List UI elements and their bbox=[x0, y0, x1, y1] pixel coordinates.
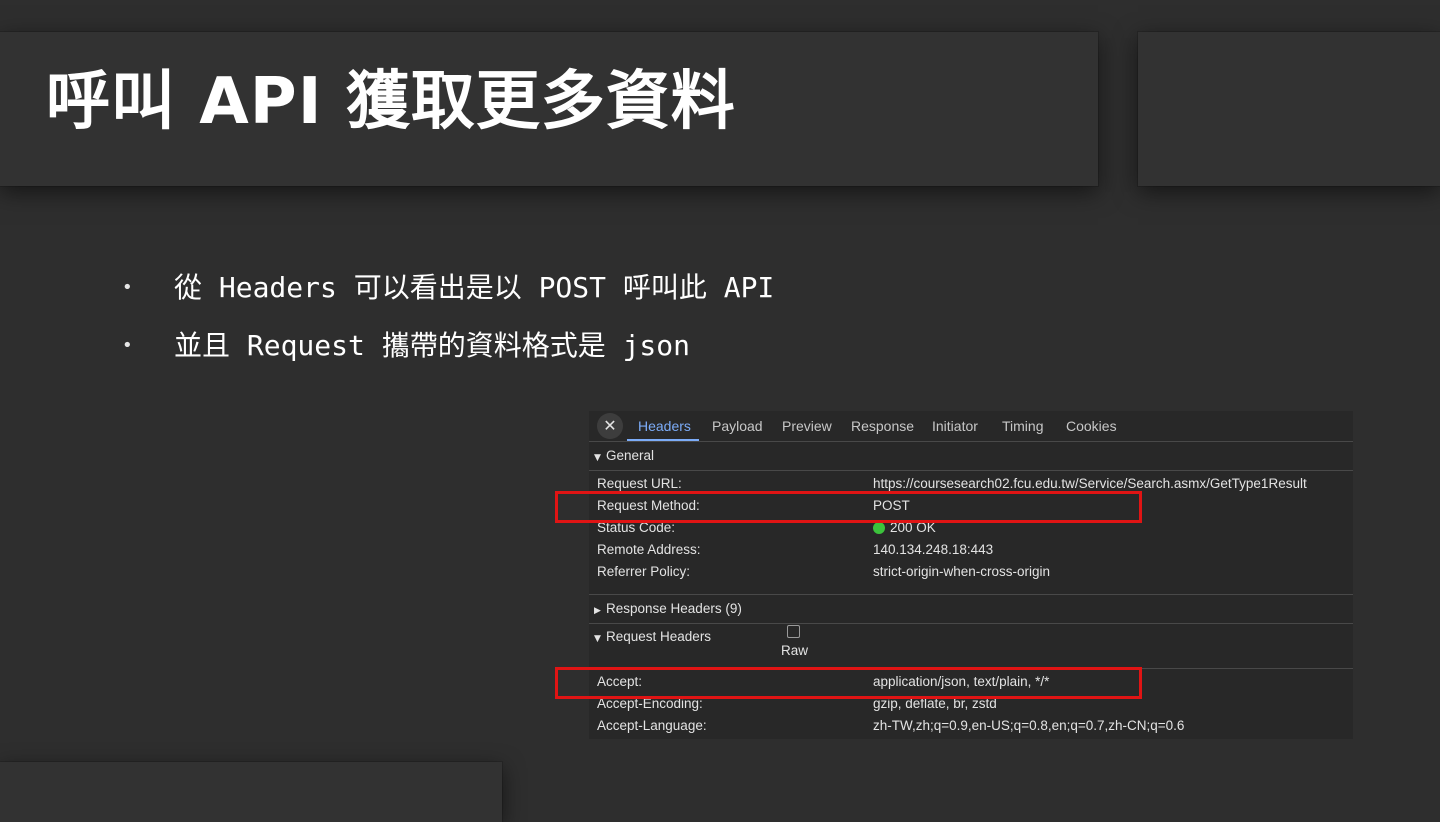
request-headers-section-header[interactable]: ▼ Request Headers bbox=[589, 623, 1353, 669]
request-method-highlight-box bbox=[555, 491, 1142, 523]
general-label: General bbox=[606, 448, 655, 463]
header-value: 140.134.248.18:443 bbox=[873, 542, 994, 557]
bullet-item: • 並且 Request 攜帶的資料格式是 json bbox=[118, 324, 774, 382]
response-headers-label: Response Headers (9) bbox=[606, 601, 742, 616]
bullet-dot: • bbox=[122, 277, 133, 298]
raw-checkbox-label: Raw bbox=[781, 643, 809, 658]
tab-initiator[interactable]: Initiator bbox=[932, 411, 978, 441]
tab-cookies[interactable]: Cookies bbox=[1066, 411, 1117, 441]
status-ok-icon bbox=[873, 522, 885, 534]
general-row: Referrer Policy: strict-origin-when-cros… bbox=[589, 561, 1353, 583]
bullet-dot: • bbox=[122, 335, 133, 356]
general-row: Remote Address: 140.134.248.18:443 bbox=[589, 539, 1353, 561]
general-section-header[interactable]: ▼ General bbox=[589, 442, 1353, 471]
header-key: Referrer Policy: bbox=[597, 564, 691, 579]
raw-checkbox[interactable] bbox=[787, 625, 800, 638]
header-key: Remote Address: bbox=[597, 542, 701, 557]
slide-title: 呼叫 API 獲取更多資料 bbox=[46, 65, 736, 139]
header-value: zh-TW,zh;q=0.9,en-US;q=0.8,en;q=0.7,zh-C… bbox=[873, 718, 1185, 733]
expand-arrow-icon: ▼ bbox=[594, 453, 601, 463]
side-decor-panel bbox=[1138, 32, 1440, 186]
tab-payload[interactable]: Payload bbox=[712, 411, 763, 441]
tab-headers[interactable]: Headers bbox=[638, 411, 691, 441]
tab-response[interactable]: Response bbox=[851, 411, 914, 441]
bullet-text: 從 Headers 可以看出是以 POST 呼叫此 API bbox=[174, 271, 775, 304]
response-headers-section-header[interactable]: ▶ Response Headers (9) bbox=[589, 594, 1353, 624]
accept-header-highlight-box bbox=[555, 667, 1142, 699]
bullet-item: • 從 Headers 可以看出是以 POST 呼叫此 API bbox=[118, 266, 774, 324]
expand-arrow-icon: ▼ bbox=[594, 634, 601, 644]
tab-timing[interactable]: Timing bbox=[1002, 411, 1044, 441]
tab-preview[interactable]: Preview bbox=[782, 411, 832, 441]
devtools-tab-bar: ✕ Headers Payload Preview Response Initi… bbox=[589, 411, 1353, 442]
request-header-row: Accept-Language: zh-TW,zh;q=0.9,en-US;q=… bbox=[589, 715, 1353, 737]
request-headers-label: Request Headers bbox=[606, 629, 712, 644]
close-icon[interactable]: ✕ bbox=[597, 413, 623, 439]
bullet-text: 並且 Request 攜帶的資料格式是 json bbox=[174, 329, 691, 362]
bottom-decor-panel bbox=[0, 762, 502, 822]
header-key: Accept-Language: bbox=[597, 718, 707, 733]
collapse-arrow-icon: ▶ bbox=[594, 606, 601, 616]
bullet-list: • 從 Headers 可以看出是以 POST 呼叫此 API • 並且 Req… bbox=[118, 266, 774, 382]
active-tab-indicator bbox=[627, 439, 699, 441]
header-value: strict-origin-when-cross-origin bbox=[873, 564, 1051, 579]
